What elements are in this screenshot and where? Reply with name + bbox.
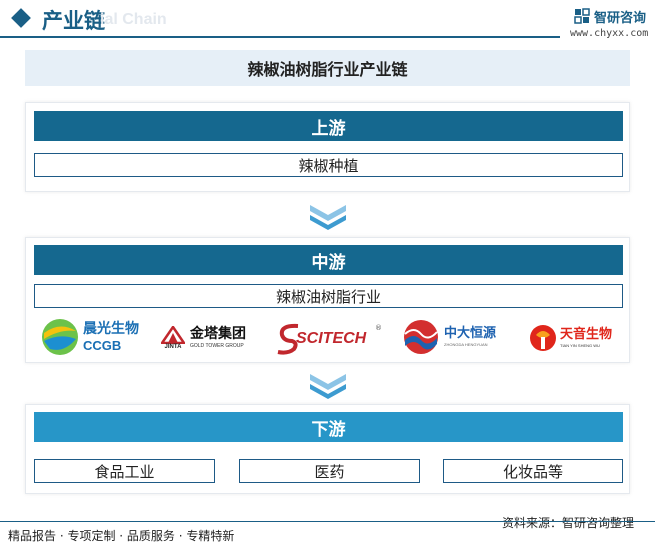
midstream-section: 中游 辣椒油树脂行业 晨光生物 CCGB JINTA 金塔集团 GOLD TOW…: [25, 237, 630, 363]
ccgb-mark-icon: [42, 319, 78, 355]
midstream-item: 辣椒油树脂行业: [34, 284, 623, 308]
ccgb-name: 晨光生物: [83, 321, 139, 337]
chain-title: 辣椒油树脂行业产业链: [247, 60, 408, 79]
source-note: 资料来源：智研咨询整理: [502, 516, 635, 530]
zhongda-name: 中大恒源: [444, 326, 497, 341]
page-title: 产业链: [42, 9, 105, 33]
downstream-item-food: 食品工业: [34, 459, 215, 483]
registered-mark: ®: [375, 324, 382, 332]
upstream-bar: 上游: [34, 111, 623, 141]
brand-name: 智研咨询: [594, 11, 647, 26]
down-arrow-icon: [310, 374, 346, 399]
midstream-bar: 中游: [34, 245, 623, 275]
gold-tower-sub: GOLD TOWER GROUP: [190, 343, 244, 349]
downstream-section: 下游 食品工业 医药 化妆品等: [25, 404, 630, 494]
tianyin-sub: TIAN YIN SHENG WU: [560, 343, 600, 348]
brand-logo-icon: [574, 8, 590, 24]
tianyin-mark-icon: [530, 325, 556, 351]
scitech-name: SCITECH: [296, 330, 367, 347]
header: 产业链 ial Chain 智研咨询 www.chyxx.com: [0, 0, 655, 40]
gold-tower-mark-icon: [161, 326, 185, 344]
footer-slogan: 精品报告 · 专项定制 · 品质服务 · 专精特新: [8, 529, 235, 543]
downstream-bar: 下游: [34, 412, 623, 442]
watermark-text: ial Chain: [100, 11, 167, 28]
upstream-item: 辣椒种植: [34, 153, 623, 177]
logo-zhongda: 中大恒源 ZHONGDA HENGYUAN: [402, 316, 514, 358]
logo-tianyin: 天音生物 TIAN YIN SHENG WU: [528, 318, 624, 358]
tianyin-name: 天音生物: [560, 327, 613, 342]
logo-gold-tower: JINTA 金塔集团 GOLD TOWER GROUP: [158, 320, 268, 356]
chain-title-band: 辣椒油树脂行业产业链: [25, 50, 630, 86]
logo-scitech: SCITECH: [276, 322, 384, 356]
zhongda-sub: ZHONGDA HENGYUAN: [444, 342, 488, 347]
ccgb-sub: CCGB: [83, 338, 122, 353]
upstream-section: 上游 辣椒种植: [25, 102, 630, 192]
brand-url: www.chyxx.com: [570, 28, 649, 39]
gold-tower-prefix: JINTA: [164, 344, 182, 350]
down-arrow-icon: [310, 205, 346, 230]
diamond-icon: [11, 8, 31, 28]
gold-tower-name: 金塔集团: [190, 326, 246, 342]
header-divider: [0, 36, 560, 38]
footer-divider: [0, 521, 655, 522]
downstream-item-cosmetics: 化妆品等: [443, 459, 623, 483]
zhongda-mark-icon: [404, 320, 438, 354]
logo-ccgb: 晨光生物 CCGB: [40, 314, 152, 360]
downstream-item-medicine: 医药: [239, 459, 420, 483]
